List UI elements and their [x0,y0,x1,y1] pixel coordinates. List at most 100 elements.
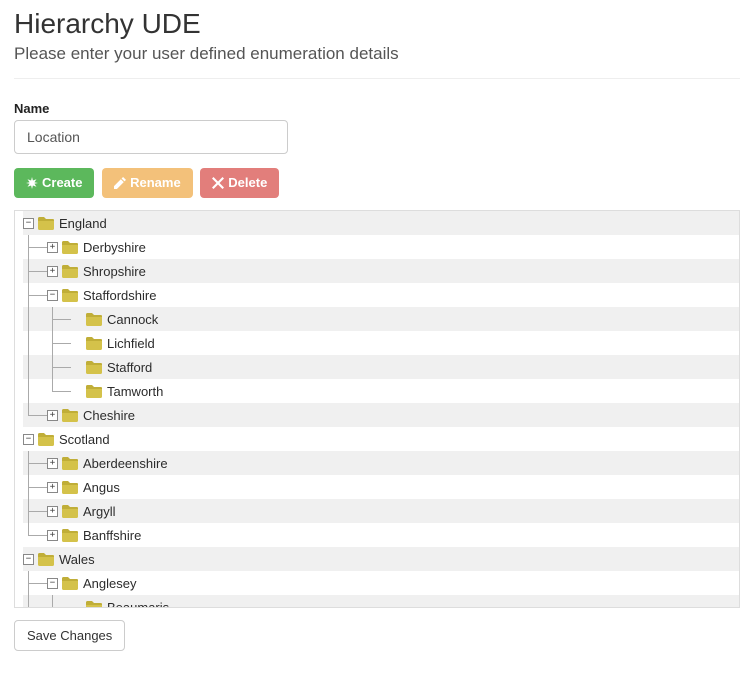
tree-row[interactable]: − England [23,211,739,235]
toggle-spacer [71,362,82,373]
action-button-row: Create Rename Delete [14,168,740,198]
tree-node-label: Beaumaris [107,600,169,609]
tree-connector [23,499,47,523]
collapse-icon[interactable]: − [23,434,34,445]
toggle-spacer [71,386,82,397]
expand-icon[interactable]: + [47,266,58,277]
asterisk-icon [26,177,38,189]
tree-row[interactable]: Cannock [23,307,739,331]
folder-icon [86,385,102,398]
collapse-icon[interactable]: − [47,290,58,301]
tree-connector [47,379,71,403]
tree-row[interactable]: − Scotland [23,427,739,451]
tree-row[interactable]: − Staffordshire [23,283,739,307]
tree-row[interactable]: Beaumaris [23,595,739,608]
tree-connector [23,259,47,283]
tree-connector [47,595,71,608]
tree-node-label: Aberdeenshire [83,456,168,471]
delete-button[interactable]: Delete [200,168,279,198]
name-label: Name [14,101,740,116]
expand-icon[interactable]: + [47,482,58,493]
folder-icon [62,481,78,494]
tree-row[interactable]: − Anglesey [23,571,739,595]
collapse-icon[interactable]: − [23,554,34,565]
tree-node-label: Shropshire [83,264,146,279]
expand-icon[interactable]: + [47,506,58,517]
expand-icon[interactable]: + [47,410,58,421]
page-title: Hierarchy UDE [14,8,740,40]
tree-row[interactable]: + Angus [23,475,739,499]
divider [14,78,740,79]
tree-connector [23,451,47,475]
tree-connector [23,403,47,427]
folder-icon [86,361,102,374]
collapse-icon[interactable]: − [47,578,58,589]
tree-node-label: Scotland [59,432,110,447]
tree-connector [23,283,47,307]
tree-connector [23,475,47,499]
tree-row[interactable]: + Argyll [23,499,739,523]
tree-connector [23,571,47,595]
tree-connector [23,379,47,403]
tree-node-label: Stafford [107,360,152,375]
tree-connector [23,523,47,547]
folder-icon [38,217,54,230]
expand-icon[interactable]: + [47,242,58,253]
folder-icon [62,577,78,590]
rename-button[interactable]: Rename [102,168,193,198]
toggle-spacer [71,602,82,609]
tree-connector [23,595,47,608]
tree-row[interactable]: + Aberdeenshire [23,451,739,475]
rename-button-label: Rename [130,174,181,192]
folder-icon [62,409,78,422]
folder-icon [86,601,102,609]
tree-node-label: Anglesey [83,576,136,591]
tree-connector [23,331,47,355]
close-icon [212,177,224,189]
delete-button-label: Delete [228,174,267,192]
name-input[interactable] [14,120,288,154]
collapse-icon[interactable]: − [23,218,34,229]
tree-connector [23,355,47,379]
tree-row[interactable]: + Shropshire [23,259,739,283]
folder-icon [62,457,78,470]
hierarchy-tree[interactable]: − England+ Derbyshire+ Shropshire− Staff… [14,210,740,608]
tree-row[interactable]: Tamworth [23,379,739,403]
tree-row[interactable]: − Wales [23,547,739,571]
page-subtitle: Please enter your user defined enumerati… [14,44,740,64]
tree-connector [47,307,71,331]
tree-node-label: Argyll [83,504,116,519]
tree-node-label: Banffshire [83,528,141,543]
create-button[interactable]: Create [14,168,94,198]
tree-row[interactable]: + Banffshire [23,523,739,547]
folder-icon [86,313,102,326]
tree-node-label: Angus [83,480,120,495]
tree-node-label: England [59,216,107,231]
tree-node-label: Wales [59,552,95,567]
tree-connector [47,331,71,355]
folder-icon [86,337,102,350]
tree-node-label: Cannock [107,312,158,327]
folder-icon [62,289,78,302]
expand-icon[interactable]: + [47,458,58,469]
tree-node-label: Tamworth [107,384,163,399]
tree-node-label: Staffordshire [83,288,156,303]
tree-row[interactable]: + Cheshire [23,403,739,427]
toggle-spacer [71,314,82,325]
tree-row[interactable]: Lichfield [23,331,739,355]
folder-icon [62,529,78,542]
tree-connector [23,235,47,259]
expand-icon[interactable]: + [47,530,58,541]
tree-connector [23,307,47,331]
folder-icon [62,241,78,254]
tree-node-label: Lichfield [107,336,155,351]
folder-icon [38,433,54,446]
tree-node-label: Derbyshire [83,240,146,255]
tree-row[interactable]: + Derbyshire [23,235,739,259]
save-changes-button[interactable]: Save Changes [14,620,125,651]
create-button-label: Create [42,174,82,192]
folder-icon [38,553,54,566]
tree-row[interactable]: Stafford [23,355,739,379]
tree-connector [47,355,71,379]
folder-icon [62,265,78,278]
